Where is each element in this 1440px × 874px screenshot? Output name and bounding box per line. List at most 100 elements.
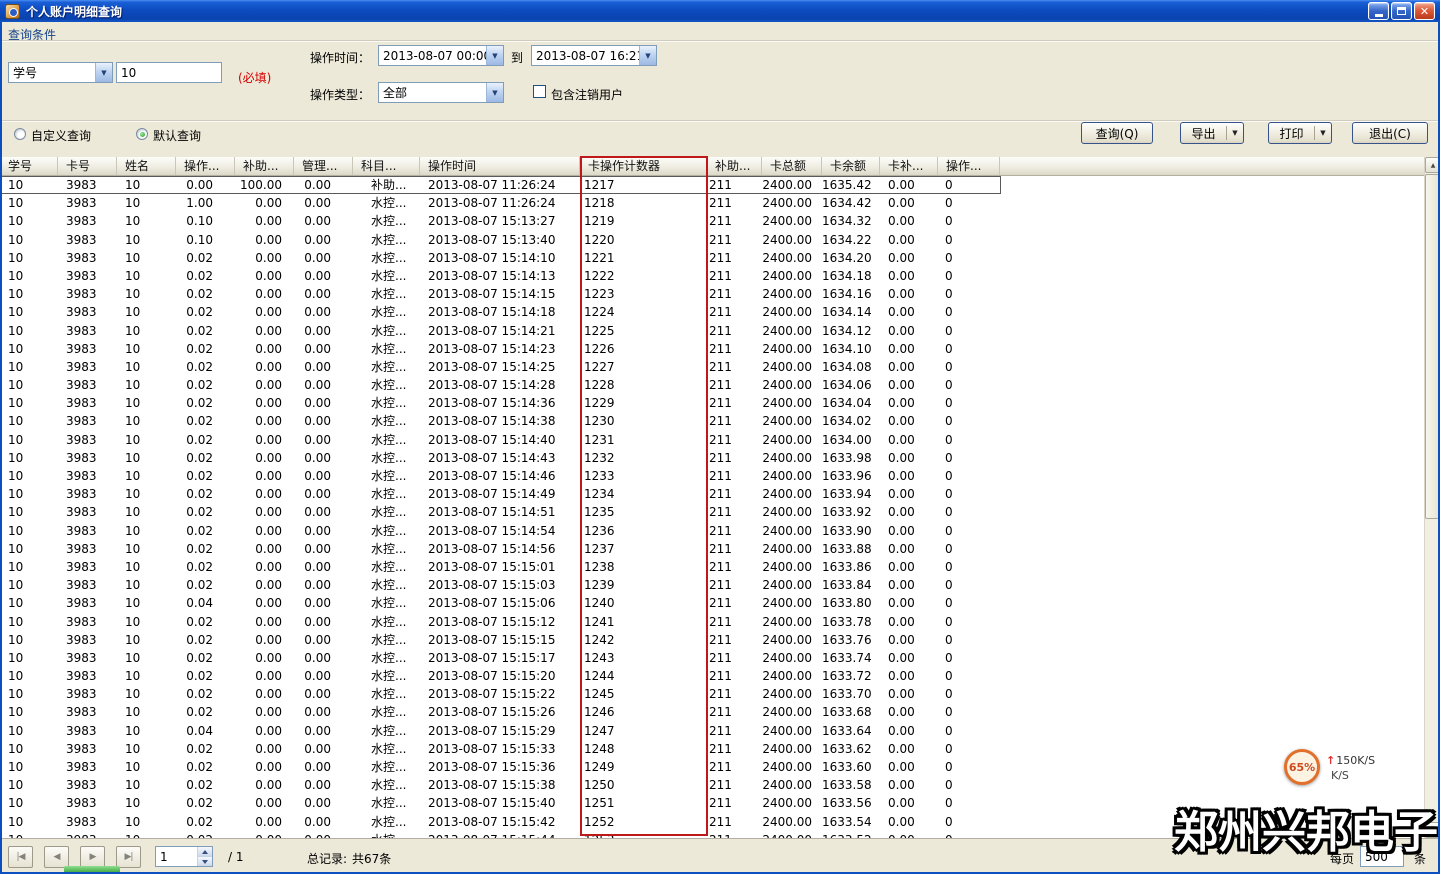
table-cell: 0.00 [235,522,294,540]
export-button[interactable]: 导出 ▼ [1180,122,1244,144]
table-row[interactable]: 103983100.040.000.00水控...2013-08-07 15:1… [0,594,1001,612]
chevron-down-icon[interactable]: ▼ [95,63,112,82]
scroll-up-button[interactable]: ▲ [1425,157,1440,173]
print-button-label: 打印 [1269,125,1314,142]
print-button[interactable]: 打印 ▼ [1268,122,1332,144]
vertical-scrollbar[interactable]: ▲ ▼ [1424,157,1440,838]
table-cell: 水控... [353,249,420,267]
column-header-9[interactable]: 补助... [707,157,762,175]
chevron-down-icon[interactable]: ▼ [486,83,503,102]
table-cell: 水控... [353,558,420,576]
table-row[interactable]: 103983100.020.000.00水控...2013-08-07 15:1… [0,813,1001,831]
column-header-6[interactable]: 科目... [353,157,420,175]
table-row[interactable]: 103983100.020.000.00水控...2013-08-07 15:1… [0,831,1001,838]
progress-badge[interactable]: 65% [1284,749,1320,785]
column-header-3[interactable]: 操作... [176,157,235,175]
table-row[interactable]: 103983100.020.000.00水控...2013-08-07 15:1… [0,576,1001,594]
table-row[interactable]: 103983100.020.000.00水控...2013-08-07 15:1… [0,467,1001,485]
column-header-1[interactable]: 卡号 [58,157,117,175]
table-row[interactable]: 103983100.020.000.00水控...2013-08-07 15:1… [0,358,1001,376]
table-row[interactable]: 103983101.000.000.00水控...2013-08-07 11:2… [0,194,1001,212]
table-row[interactable]: 103983100.020.000.00水控...2013-08-07 15:1… [0,340,1001,358]
table-row[interactable]: 103983100.020.000.00水控...2013-08-07 15:1… [0,503,1001,521]
table-row[interactable]: 103983100.020.000.00水控...2013-08-07 15:1… [0,776,1001,794]
table-row[interactable]: 103983100.020.000.00水控...2013-08-07 15:1… [0,740,1001,758]
table-row[interactable]: 103983100.100.000.00水控...2013-08-07 15:1… [0,212,1001,230]
page-input[interactable] [156,847,197,866]
query-value-input[interactable] [116,62,222,83]
table-row[interactable]: 103983100.00100.000.00补助...2013-08-07 11… [0,176,1001,194]
exit-button[interactable]: 退出(C) [1352,122,1428,144]
table-cell: 3983 [58,649,117,667]
column-header-13[interactable]: 操作... [938,157,1000,175]
column-header-10[interactable]: 卡总额 [762,157,822,175]
table-row[interactable]: 103983100.020.000.00水控...2013-08-07 15:1… [0,249,1001,267]
table-row[interactable]: 103983100.020.000.00水控...2013-08-07 15:1… [0,667,1001,685]
query-field-selector[interactable]: 学号 ▼ [8,62,113,83]
table-row[interactable]: 103983100.020.000.00水控...2013-08-07 15:1… [0,485,1001,503]
table-row[interactable]: 103983100.020.000.00水控...2013-08-07 15:1… [0,376,1001,394]
table-cell: 1634.42 [822,194,880,212]
table-row[interactable]: 103983100.040.000.00水控...2013-08-07 15:1… [0,722,1001,740]
column-header-12[interactable]: 卡补... [880,157,938,175]
next-page-button[interactable]: ▶ [80,846,105,868]
table-cell: 0.00 [294,776,353,794]
table-row[interactable]: 103983100.020.000.00水控...2013-08-07 15:1… [0,685,1001,703]
table-cell: 2400.00 [762,285,822,303]
table-row[interactable]: 103983100.020.000.00水控...2013-08-07 15:1… [0,322,1001,340]
table-row[interactable]: 103983100.020.000.00水控...2013-08-07 15:1… [0,303,1001,321]
close-button[interactable]: ✕ [1414,2,1435,20]
table-row[interactable]: 103983100.020.000.00水控...2013-08-07 15:1… [0,267,1001,285]
column-header-11[interactable]: 卡余额 [822,157,880,175]
table-cell: 211 [707,540,762,558]
chevron-down-icon[interactable]: ▼ [639,46,656,65]
table-cell: 211 [707,685,762,703]
table-row[interactable]: 103983100.020.000.00水控...2013-08-07 15:1… [0,285,1001,303]
table-cell: 0.00 [880,412,938,430]
include-cancelled-checkbox[interactable] [533,85,546,98]
query-button[interactable]: 查询(Q) [1081,122,1153,144]
spin-down-button[interactable] [198,857,212,866]
table-row[interactable]: 103983100.020.000.00水控...2013-08-07 15:1… [0,394,1001,412]
column-header-0[interactable]: 学号 [0,157,58,175]
table-row[interactable]: 103983100.020.000.00水控...2013-08-07 15:1… [0,794,1001,812]
table-row[interactable]: 103983100.020.000.00水控...2013-08-07 15:1… [0,703,1001,721]
table-cell: 0.00 [880,322,938,340]
time-from-select[interactable]: 2013-08-07 00:00 ▼ [378,45,504,66]
column-header-4[interactable]: 补助... [235,157,294,175]
table-cell: 0 [938,358,1000,376]
table-row[interactable]: 103983100.020.000.00水控...2013-08-07 15:1… [0,649,1001,667]
time-to-select[interactable]: 2013-08-07 16:21 ▼ [531,45,657,66]
table-cell: 2013-08-07 15:14:54 [420,522,580,540]
spin-up-button[interactable] [198,847,212,857]
export-dropdown-icon[interactable]: ▼ [1227,129,1243,137]
table-row[interactable]: 103983100.020.000.00水控...2013-08-07 15:1… [0,558,1001,576]
table-row[interactable]: 103983100.020.000.00水控...2013-08-07 15:1… [0,431,1001,449]
last-page-button[interactable]: ▶| [116,846,141,868]
print-dropdown-icon[interactable]: ▼ [1315,129,1331,137]
table-row[interactable]: 103983100.020.000.00水控...2013-08-07 15:1… [0,412,1001,430]
column-header-7[interactable]: 操作时间 [420,157,580,175]
table-row[interactable]: 103983100.020.000.00水控...2013-08-07 15:1… [0,613,1001,631]
scrollbar-thumb[interactable] [1425,174,1440,519]
restore-button[interactable] [1391,2,1412,20]
table-cell: 0 [938,576,1000,594]
column-header-5[interactable]: 管理... [294,157,353,175]
table-row[interactable]: 103983100.100.000.00水控...2013-08-07 15:1… [0,231,1001,249]
default-query-radio[interactable] [136,128,148,140]
column-header-8[interactable]: 卡操作计数器 [580,157,707,175]
table-row[interactable]: 103983100.020.000.00水控...2013-08-07 15:1… [0,522,1001,540]
table-row[interactable]: 103983100.020.000.00水控...2013-08-07 15:1… [0,449,1001,467]
prev-page-button[interactable]: ◀ [44,846,69,868]
minimize-button[interactable] [1368,2,1389,20]
table-cell: 10 [0,322,58,340]
type-select[interactable]: 全部 ▼ [378,82,504,103]
first-page-button[interactable]: |◀ [8,846,33,868]
table-row[interactable]: 103983100.020.000.00水控...2013-08-07 15:1… [0,540,1001,558]
chevron-down-icon[interactable]: ▼ [486,46,503,65]
table-cell: 1235 [580,503,707,521]
table-row[interactable]: 103983100.020.000.00水控...2013-08-07 15:1… [0,631,1001,649]
table-row[interactable]: 103983100.020.000.00水控...2013-08-07 15:1… [0,758,1001,776]
custom-query-radio[interactable] [14,128,26,140]
column-header-2[interactable]: 姓名 [117,157,176,175]
